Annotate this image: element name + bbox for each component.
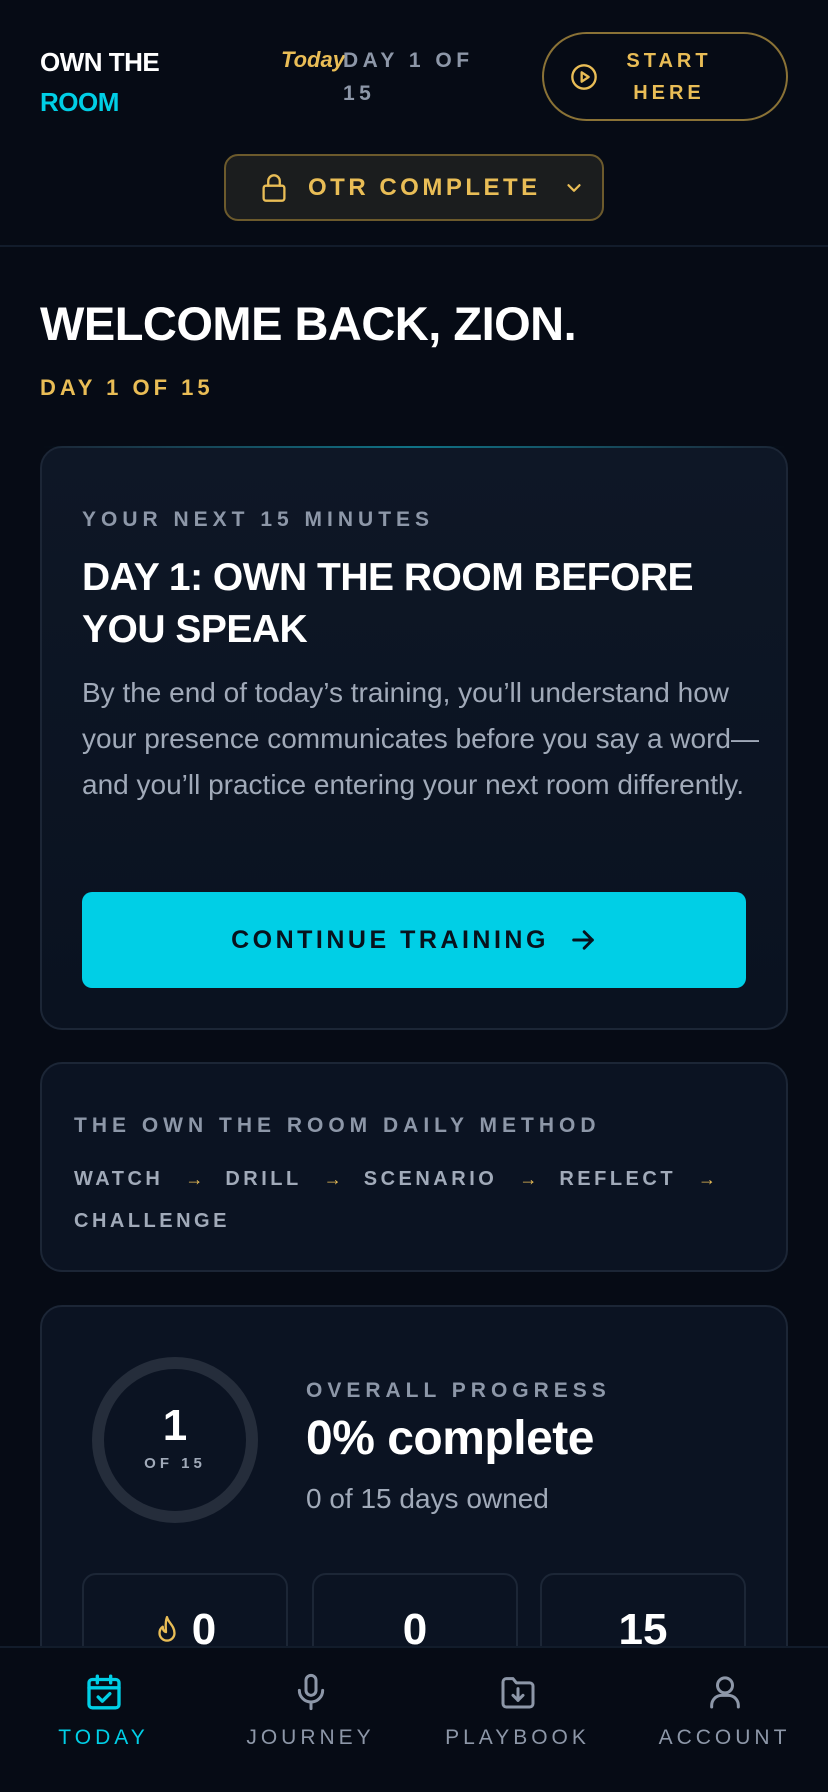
method-arrow: →	[519, 1169, 538, 1189]
play-circle-icon	[571, 63, 597, 90]
start-here-button[interactable]: START HERE	[542, 32, 788, 121]
welcome-title: WELCOME BACK, ZION.	[40, 297, 577, 350]
next-session-eyebrow: YOUR NEXT 15 MINUTES	[82, 508, 435, 531]
progress-ring-caption: OF 15	[144, 1455, 206, 1472]
brand-logo[interactable]: OWN THE ROOM	[40, 42, 160, 122]
header-day-counter: DAY 1 OF 15	[343, 49, 474, 105]
continue-training-button[interactable]: CONTINUE TRAINING	[82, 892, 746, 988]
nav-tab-today[interactable]: TODAY	[0, 1648, 207, 1792]
lock-icon	[262, 173, 286, 202]
nav-tab-today-label: TODAY	[58, 1726, 149, 1749]
folder-download-icon	[501, 1677, 534, 1709]
method-step-drill: DRILL	[225, 1168, 302, 1190]
next-session-card: YOUR NEXT 15 MINUTES DAY 1: OWN THE ROOM…	[40, 446, 788, 1030]
nav-tab-account-label: ACCOUNT	[658, 1726, 791, 1749]
method-arrow: →	[698, 1169, 717, 1189]
program-selector[interactable]: OTR COMPLETE	[224, 154, 604, 221]
days-owned-text: 0 of 15 days owned	[306, 1483, 549, 1514]
next-session-title: DAY 1: OWN THE ROOM BEFORE YOU SPEAK	[82, 556, 694, 651]
method-arrow: →	[185, 1169, 204, 1189]
today-screen: OWN THE ROOM Today DAY 1 OF 15 START HER…	[0, 0, 828, 1792]
brand-line-1: OWN THE	[40, 47, 160, 77]
welcome-day-counter: DAY 1 OF 15	[40, 375, 214, 400]
progress-ring-value: 1	[162, 1401, 188, 1450]
nav-tab-account[interactable]: ACCOUNT	[621, 1648, 828, 1792]
calendar-check-icon	[86, 1674, 121, 1710]
today-tag: Today	[281, 47, 345, 72]
bottom-nav: TODAY JOURNEY PLAYBOOK ACCOUNT	[0, 1646, 828, 1792]
chevron-down-icon	[567, 183, 581, 192]
method-step-scenario: SCENARIO	[363, 1168, 498, 1190]
microphone-icon	[297, 1673, 324, 1711]
daily-method-card: THE OWN THE ROOM DAILY METHOD WATCH → DR…	[40, 1062, 788, 1272]
brand-line-2: ROOM	[40, 87, 119, 117]
continue-training-label: CONTINUE TRAINING	[231, 925, 549, 954]
method-step-reflect: REFLECT	[559, 1168, 677, 1190]
nav-tab-journey-label: JOURNEY	[246, 1726, 375, 1749]
daily-method-eyebrow: THE OWN THE ROOM DAILY METHOD	[74, 1114, 601, 1137]
progress-percent: 0% complete	[306, 1412, 594, 1465]
method-step-challenge: CHALLENGE	[74, 1210, 230, 1232]
next-session-description: By the end of today’s training, you’ll u…	[82, 677, 759, 800]
arrow-right-icon	[572, 930, 594, 950]
start-here-label: START HERE	[626, 49, 712, 104]
nav-tab-playbook-label: PLAYBOOK	[445, 1726, 590, 1749]
method-step-watch: WATCH	[74, 1168, 164, 1190]
nav-tab-journey[interactable]: JOURNEY	[207, 1648, 414, 1792]
user-icon	[709, 1676, 740, 1709]
top-header: OWN THE ROOM Today DAY 1 OF 15 START HER…	[0, 0, 828, 247]
method-arrow: →	[323, 1169, 342, 1189]
program-selector-label: OTR COMPLETE	[308, 173, 541, 201]
flame-icon	[158, 1615, 176, 1642]
method-steps: WATCH → DRILL → SCENARIO → REFLECT → CHA…	[74, 1164, 754, 1236]
nav-tab-playbook[interactable]: PLAYBOOK	[414, 1648, 621, 1792]
progress-eyebrow: OVERALL PROGRESS	[306, 1379, 611, 1402]
